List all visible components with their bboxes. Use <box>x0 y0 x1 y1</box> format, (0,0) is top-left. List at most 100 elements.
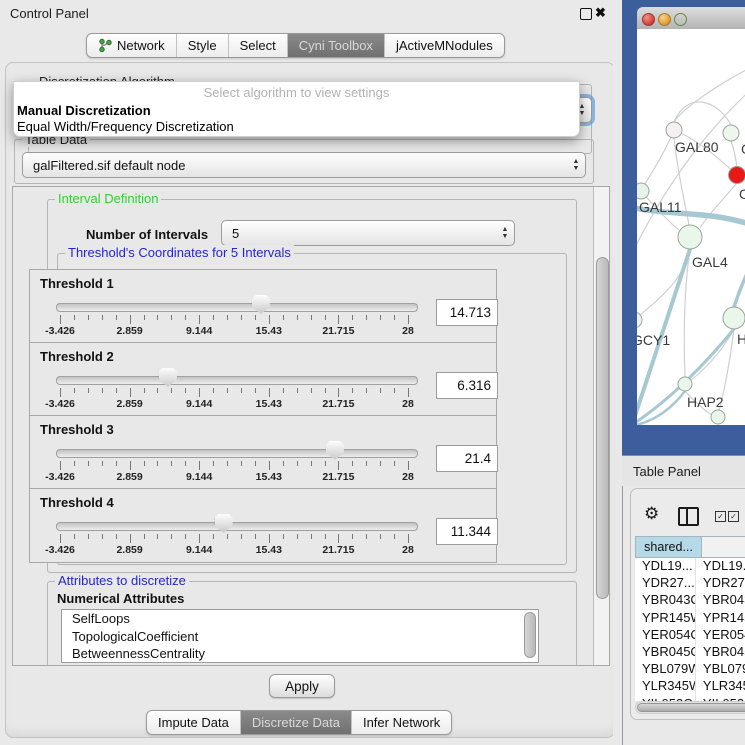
mac-close-icon[interactable] <box>642 13 655 26</box>
tick-label: -3.426 <box>45 544 75 556</box>
table-row[interactable]: YBR045CYBR045C <box>635 644 745 661</box>
table-hscrollbar[interactable] <box>635 701 745 714</box>
tick-mark <box>352 388 353 393</box>
network-node[interactable] <box>723 307 745 329</box>
number-of-intervals-combobox[interactable]: 5 ▲▼ <box>221 220 515 246</box>
tick-mark <box>408 315 409 324</box>
network-edge[interactable] <box>674 59 745 122</box>
table-data-selected: galFiltered.sif default node <box>23 158 567 173</box>
tick-mark <box>102 388 103 393</box>
tick-mark <box>338 315 339 324</box>
table-row[interactable]: YLR345WYLR345W <box>635 678 745 695</box>
network-edge[interactable] <box>674 102 731 125</box>
tick-mark <box>352 315 353 320</box>
split-columns-icon[interactable] <box>678 507 699 526</box>
network-node[interactable] <box>711 410 725 424</box>
tab-network[interactable]: Network <box>87 34 177 57</box>
gear-icon[interactable]: ⚙ <box>644 505 659 522</box>
table-row[interactable]: YER054CYER054C <box>635 627 745 644</box>
network-node[interactable] <box>678 377 692 391</box>
tab-cyni-toolbox[interactable]: Cyni Toolbox <box>288 34 385 57</box>
checkbox-icon[interactable]: ✓ <box>728 511 739 522</box>
network-node[interactable] <box>678 225 702 249</box>
dropdown-option-manual[interactable]: Manual Discretization <box>17 103 151 118</box>
tick-label: 15.43 <box>256 325 282 337</box>
tick-mark <box>408 388 409 397</box>
tick-label: 28 <box>402 544 414 556</box>
float-window-icon[interactable] <box>580 8 592 20</box>
tick-label: 28 <box>402 325 414 337</box>
scrollpane-scrollbar-track[interactable] <box>593 187 609 665</box>
table-row[interactable]: YBL079WYBL079W <box>635 661 745 678</box>
tick-mark <box>171 388 172 393</box>
tick-mark <box>144 534 145 539</box>
table-row[interactable]: YBR043CYBR043C <box>635 592 745 609</box>
network-window-titlebar[interactable] <box>637 7 745 30</box>
network-node[interactable] <box>637 183 649 199</box>
checkbox-icon[interactable]: ✓ <box>715 511 726 522</box>
tick-mark <box>241 388 242 393</box>
network-edge[interactable] <box>731 141 737 167</box>
tab-discretize-data[interactable]: Discretize Data <box>241 711 352 734</box>
tick-label: 21.715 <box>322 544 354 556</box>
list-scrollbar-thumb[interactable] <box>524 612 536 658</box>
close-icon[interactable]: ✖ <box>595 5 606 21</box>
apply-button[interactable]: Apply <box>269 674 335 698</box>
network-node-label: GAL11 <box>639 199 682 215</box>
attribute-list-item[interactable]: SelfLoops <box>62 610 538 628</box>
threshold-value-field[interactable]: 6.316 <box>436 372 498 399</box>
threshold-value-field[interactable]: 14.713 <box>436 299 498 326</box>
tick-mark <box>269 315 270 324</box>
threshold-slider-track[interactable] <box>56 522 418 531</box>
table-hscrollbar-thumb[interactable] <box>637 703 745 712</box>
table-row[interactable]: YPR145WYPR145W <box>635 610 745 627</box>
tick-mark <box>283 534 284 539</box>
threshold-label: Threshold 4 <box>40 495 114 510</box>
table-row[interactable]: YDL19...YDL19... <box>635 558 745 575</box>
threshold-value-field[interactable]: 21.4 <box>436 445 498 472</box>
threshold-value-field[interactable]: 11.344 <box>436 518 498 545</box>
network-view[interactable]: GAL80GCGAL11GAL4GCY1HHAP2 <box>637 29 745 425</box>
tick-mark <box>366 461 367 466</box>
tab-impute-data[interactable]: Impute Data <box>147 711 241 734</box>
network-node-label: GAL4 <box>692 254 728 270</box>
table-row[interactable]: YDR27...YDR27... <box>635 575 745 592</box>
attribute-list-item[interactable]: BetweennessCentrality <box>62 645 538 663</box>
network-edge-thick[interactable] <box>734 253 745 307</box>
mac-minimize-icon[interactable] <box>658 13 671 26</box>
threshold-slider-track[interactable] <box>56 303 418 312</box>
network-node[interactable] <box>666 122 682 138</box>
tab-infer-network[interactable]: Infer Network <box>352 711 451 734</box>
tick-mark <box>116 461 117 466</box>
dropdown-option-equal-width[interactable]: Equal Width/Frequency Discretization <box>17 119 234 134</box>
network-node-label: H <box>737 331 745 347</box>
table-data-combobox[interactable]: galFiltered.sif default node ▲▼ <box>22 152 586 178</box>
tick-mark <box>338 388 339 397</box>
tab-style[interactable]: Style <box>177 34 229 57</box>
algorithm-dropdown-popup: Select algorithm to view settings Manual… <box>13 81 580 137</box>
scrollpane-scrollbar-thumb[interactable] <box>596 257 609 599</box>
network-edge-thick[interactable] <box>637 391 685 425</box>
threshold-slider-track[interactable] <box>56 376 418 385</box>
attribute-list-item[interactable]: TopologicalCoefficient <box>62 628 538 646</box>
cell-shared-name: YER054C <box>635 627 696 644</box>
tick-mark <box>213 388 214 393</box>
panel-title: Control Panel <box>10 6 89 21</box>
tick-mark <box>227 461 228 466</box>
network-node[interactable] <box>729 167 745 184</box>
network-icon <box>98 38 113 53</box>
cell-shared-name: YPR145W <box>635 610 696 627</box>
network-node[interactable] <box>723 125 739 141</box>
network-edge[interactable] <box>641 130 674 191</box>
tab-select[interactable]: Select <box>229 34 288 57</box>
threshold-slider-track[interactable] <box>56 449 418 458</box>
tick-mark <box>102 315 103 320</box>
mac-zoom-icon[interactable] <box>674 13 687 26</box>
network-edge[interactable] <box>637 249 690 320</box>
tab-jactivemnodules[interactable]: jActiveMNodules <box>385 34 504 57</box>
cell-name: YBR045C <box>696 644 745 661</box>
numerical-attributes-list[interactable]: SelfLoopsTopologicalCoefficientBetweenne… <box>61 609 539 663</box>
column-header-name[interactable]: name <box>702 536 745 558</box>
tick-mark <box>269 534 270 543</box>
column-header-shared-name[interactable]: shared... <box>635 536 702 558</box>
